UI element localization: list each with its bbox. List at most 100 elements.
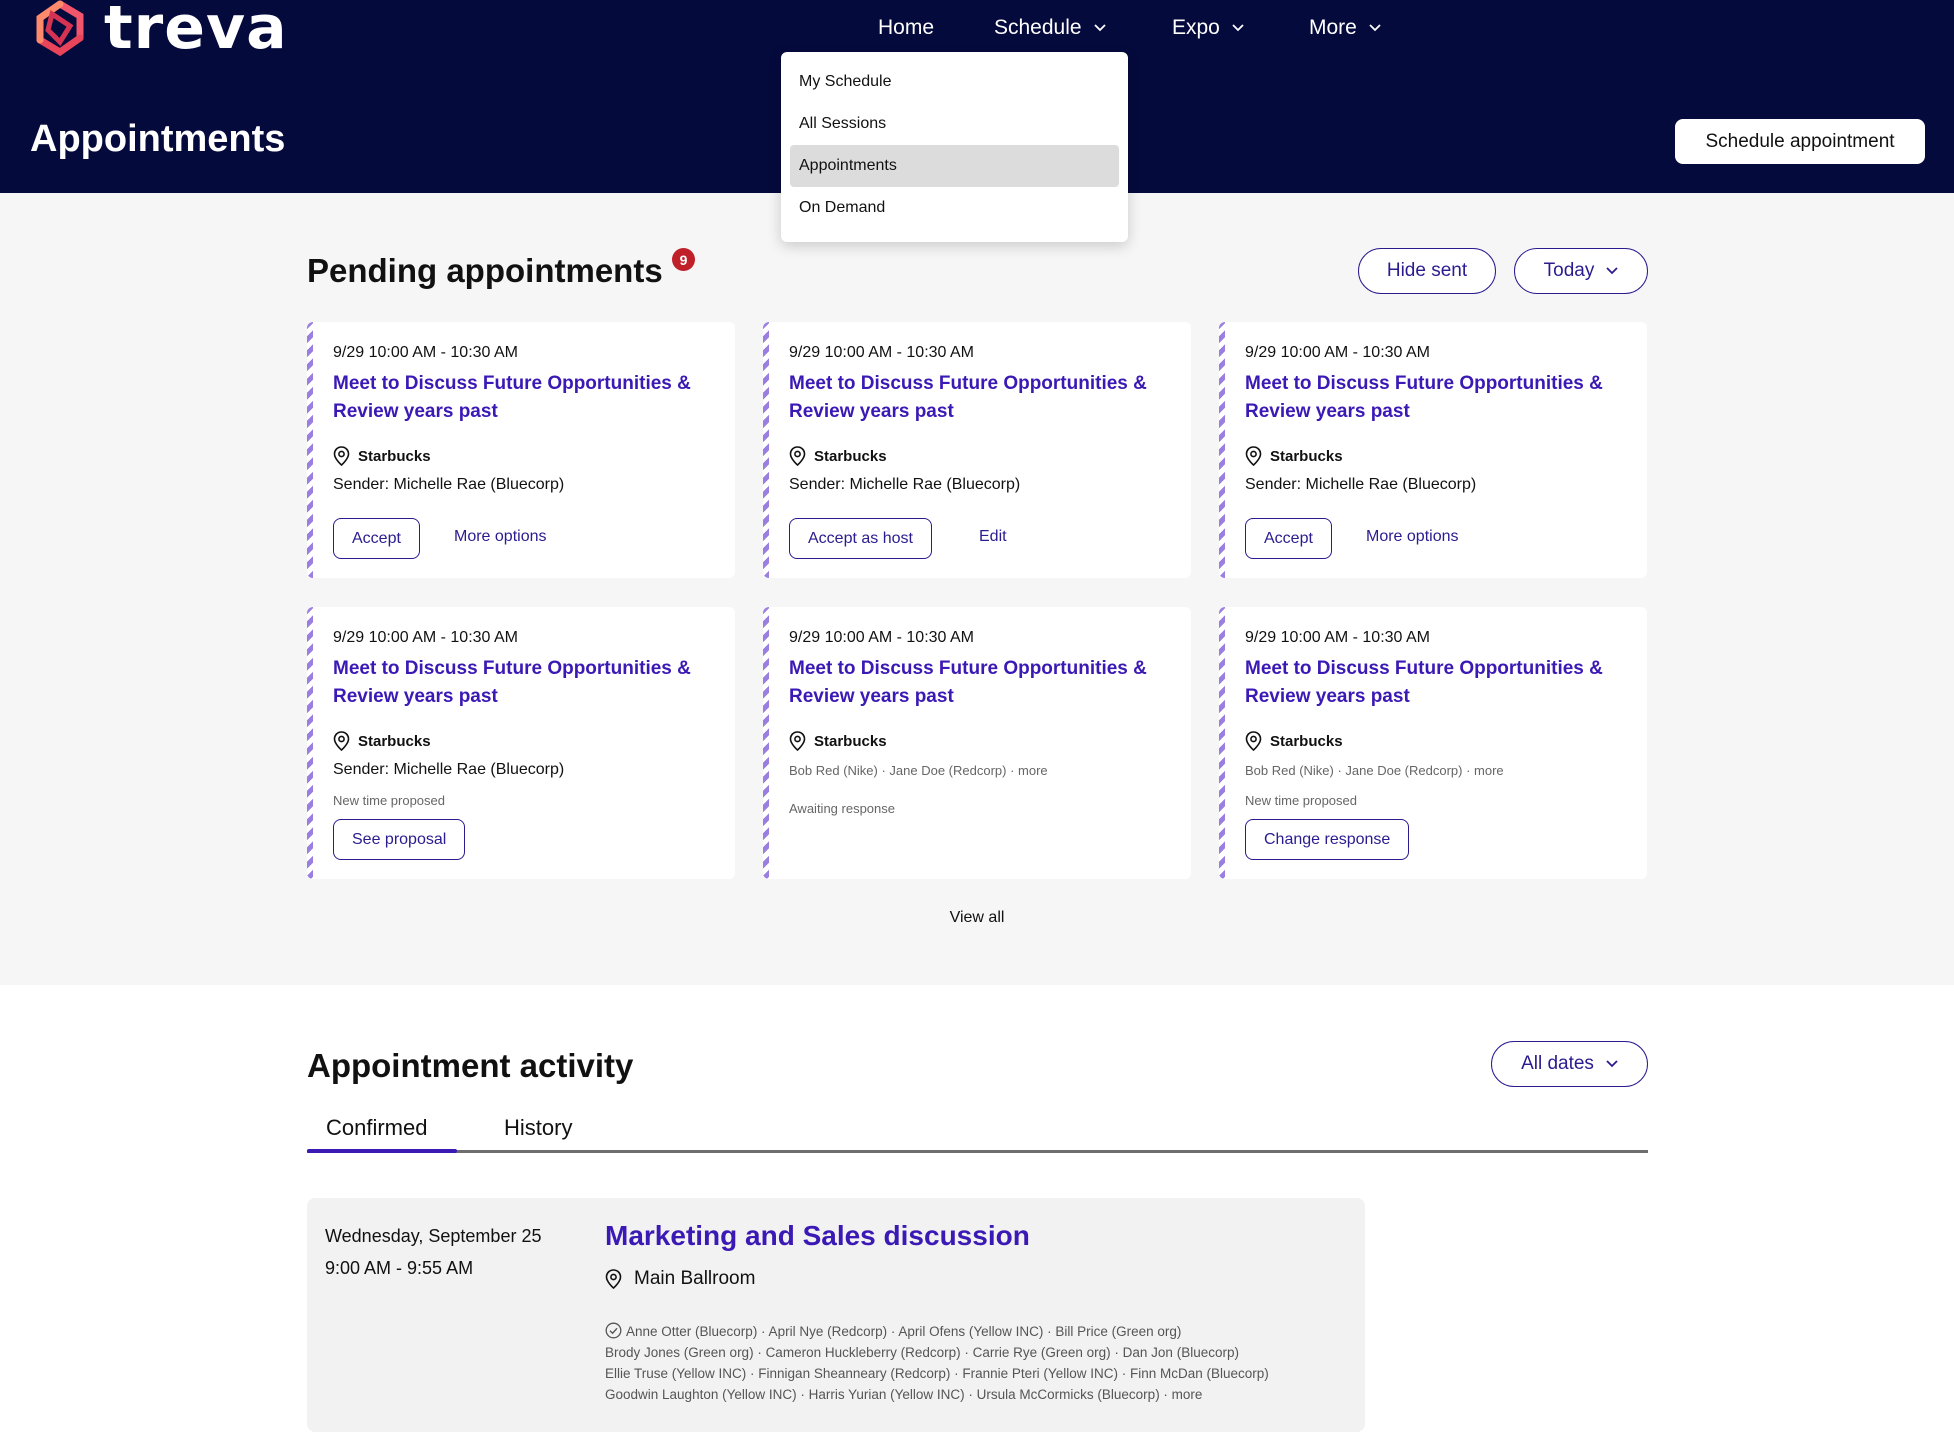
attendees-line: Brody Jones (Green org) · Cameron Huckle… xyxy=(605,1345,1239,1360)
card-location-label: Starbucks xyxy=(1270,732,1343,750)
more-options-link[interactable]: More options xyxy=(454,528,547,546)
edit-link[interactable]: Edit xyxy=(979,528,1007,546)
pending-card: 9/29 10:00 AM - 10:30 AM Meet to Discuss… xyxy=(763,607,1191,879)
appointment-activity-section: Appointment activity All dates Confirmed… xyxy=(0,985,1954,1432)
tab-confirmed[interactable]: Confirmed xyxy=(326,1115,427,1141)
nav-home[interactable]: Home xyxy=(878,8,934,48)
brand-name: treva xyxy=(104,0,288,63)
accept-button[interactable]: Accept xyxy=(1245,518,1332,559)
nav-more[interactable]: More xyxy=(1309,8,1381,48)
chevron-down-icon xyxy=(1093,24,1106,32)
card-time: 9/29 10:00 AM - 10:30 AM xyxy=(1245,344,1431,361)
card-title[interactable]: Meet to Discuss Future Opportunities & R… xyxy=(333,655,723,711)
card-title[interactable]: Meet to Discuss Future Opportunities & R… xyxy=(333,370,723,426)
nav-expo-label: Expo xyxy=(1172,16,1220,39)
card-title[interactable]: Meet to Discuss Future Opportunities & R… xyxy=(1245,370,1635,426)
chevron-down-icon xyxy=(1232,24,1244,32)
attendees-line: Anne Otter (Bluecorp) · April Nye (Redco… xyxy=(605,1321,1365,1342)
nav-schedule-label: Schedule xyxy=(994,16,1082,39)
appointment-datetime: Wednesday, September 25 9:00 AM - 9:55 A… xyxy=(325,1220,541,1284)
pending-card: 9/29 10:00 AM - 10:30 AM Meet to Discuss… xyxy=(307,607,735,879)
location-pin-icon xyxy=(1245,731,1262,751)
card-location-label: Starbucks xyxy=(814,447,887,465)
appointment-activity-heading: Appointment activity xyxy=(307,1047,634,1084)
card-location: Starbucks xyxy=(1245,446,1343,466)
pending-card: 9/29 10:00 AM - 10:30 AM Meet to Discuss… xyxy=(1219,322,1647,578)
nav-more-label: More xyxy=(1309,16,1357,39)
pending-appointments-heading: Pending appointments xyxy=(307,252,663,289)
card-location-label: Starbucks xyxy=(1270,447,1343,465)
view-all-link[interactable]: View all xyxy=(0,909,1954,927)
pending-card: 9/29 10:00 AM - 10:30 AM Meet to Discuss… xyxy=(307,322,735,578)
today-filter-label: Today xyxy=(1543,260,1595,281)
location-pin-icon xyxy=(605,1269,622,1289)
nav-home-label: Home xyxy=(878,16,935,39)
card-title[interactable]: Meet to Discuss Future Opportunities & R… xyxy=(789,370,1179,426)
location-pin-icon xyxy=(333,446,350,466)
all-dates-dropdown[interactable]: All dates xyxy=(1491,1041,1648,1087)
appointment-title[interactable]: Marketing and Sales discussion xyxy=(605,1220,1030,1252)
card-time: 9/29 10:00 AM - 10:30 AM xyxy=(789,629,975,646)
menu-item-appointments[interactable]: Appointments xyxy=(790,145,1119,187)
all-dates-label: All dates xyxy=(1521,1053,1594,1074)
card-location-label: Starbucks xyxy=(358,732,431,750)
card-location: Starbucks xyxy=(789,731,887,751)
chevron-down-icon xyxy=(1606,1060,1618,1068)
card-location: Starbucks xyxy=(789,446,887,466)
card-location-label: Starbucks xyxy=(358,447,431,465)
active-tab-indicator xyxy=(307,1149,457,1153)
appointment-date: Wednesday, September 25 xyxy=(325,1226,542,1246)
schedule-appointment-button[interactable]: Schedule appointment xyxy=(1675,119,1925,164)
appointment-location: Main Ballroom xyxy=(605,1268,755,1290)
change-response-button[interactable]: Change response xyxy=(1245,819,1410,860)
card-time: 9/29 10:00 AM - 10:30 AM xyxy=(333,344,519,361)
location-pin-icon xyxy=(1245,446,1262,466)
appointment-location-label: Main Ballroom xyxy=(634,1268,756,1289)
hide-sent-button[interactable]: Hide sent xyxy=(1358,248,1496,294)
card-sender: Sender: Michelle Rae (Bluecorp) xyxy=(333,476,565,493)
page-title: Appointments xyxy=(30,118,286,160)
more-options-link[interactable]: More options xyxy=(1366,528,1459,546)
card-status-note: New time proposed xyxy=(333,793,445,808)
see-proposal-button[interactable]: See proposal xyxy=(333,819,466,860)
pending-card: 9/29 10:00 AM - 10:30 AM Meet to Discuss… xyxy=(1219,607,1647,879)
card-time: 9/29 10:00 AM - 10:30 AM xyxy=(789,344,975,361)
card-participants: Bob Red (Nike) · Jane Doe (Redcorp) · mo… xyxy=(1245,763,1504,778)
location-pin-icon xyxy=(333,731,350,751)
card-status-note: New time proposed xyxy=(1245,793,1357,808)
activity-tabs: Confirmed History xyxy=(307,1115,1648,1153)
hide-sent-label: Hide sent xyxy=(1386,260,1468,281)
nav-schedule[interactable]: Schedule xyxy=(994,8,1106,48)
brand-logo[interactable]: treva xyxy=(30,0,288,58)
accept-as-host-button[interactable]: Accept as host xyxy=(789,518,932,559)
card-time: 9/29 10:00 AM - 10:30 AM xyxy=(1245,629,1431,646)
chevron-down-icon xyxy=(1606,267,1618,275)
appointment-row[interactable]: Wednesday, September 25 9:00 AM - 9:55 A… xyxy=(307,1198,1365,1432)
menu-item-all-sessions[interactable]: All Sessions xyxy=(790,103,1119,145)
location-pin-icon xyxy=(789,731,806,751)
card-title[interactable]: Meet to Discuss Future Opportunities & R… xyxy=(1245,655,1635,711)
pending-count-badge: 9 xyxy=(672,248,695,271)
menu-item-on-demand[interactable]: On Demand xyxy=(790,187,1119,229)
card-title[interactable]: Meet to Discuss Future Opportunities & R… xyxy=(789,655,1179,711)
card-location: Starbucks xyxy=(333,731,431,751)
card-location-label: Starbucks xyxy=(814,732,887,750)
chevron-down-icon xyxy=(1369,24,1381,32)
treva-logo-icon xyxy=(36,0,84,57)
check-circle-icon xyxy=(605,1322,622,1339)
today-filter-dropdown[interactable]: Today xyxy=(1514,248,1648,294)
card-sender: Sender: Michelle Rae (Bluecorp) xyxy=(333,761,565,778)
location-pin-icon xyxy=(789,446,806,466)
card-sender: Sender: Michelle Rae (Bluecorp) xyxy=(789,476,1021,493)
card-location: Starbucks xyxy=(1245,731,1343,751)
appointment-time: 9:00 AM - 9:55 AM xyxy=(325,1258,474,1278)
card-location: Starbucks xyxy=(333,446,431,466)
card-status-note: Awaiting response xyxy=(789,801,895,816)
tab-history[interactable]: History xyxy=(504,1115,572,1141)
card-sender: Sender: Michelle Rae (Bluecorp) xyxy=(1245,476,1477,493)
nav-expo[interactable]: Expo xyxy=(1172,8,1244,48)
attendees-line: Goodwin Laughton (Yellow INC) · Harris Y… xyxy=(605,1387,1203,1402)
card-time: 9/29 10:00 AM - 10:30 AM xyxy=(333,629,519,646)
menu-item-my-schedule[interactable]: My Schedule xyxy=(790,61,1119,103)
accept-button[interactable]: Accept xyxy=(333,518,420,559)
